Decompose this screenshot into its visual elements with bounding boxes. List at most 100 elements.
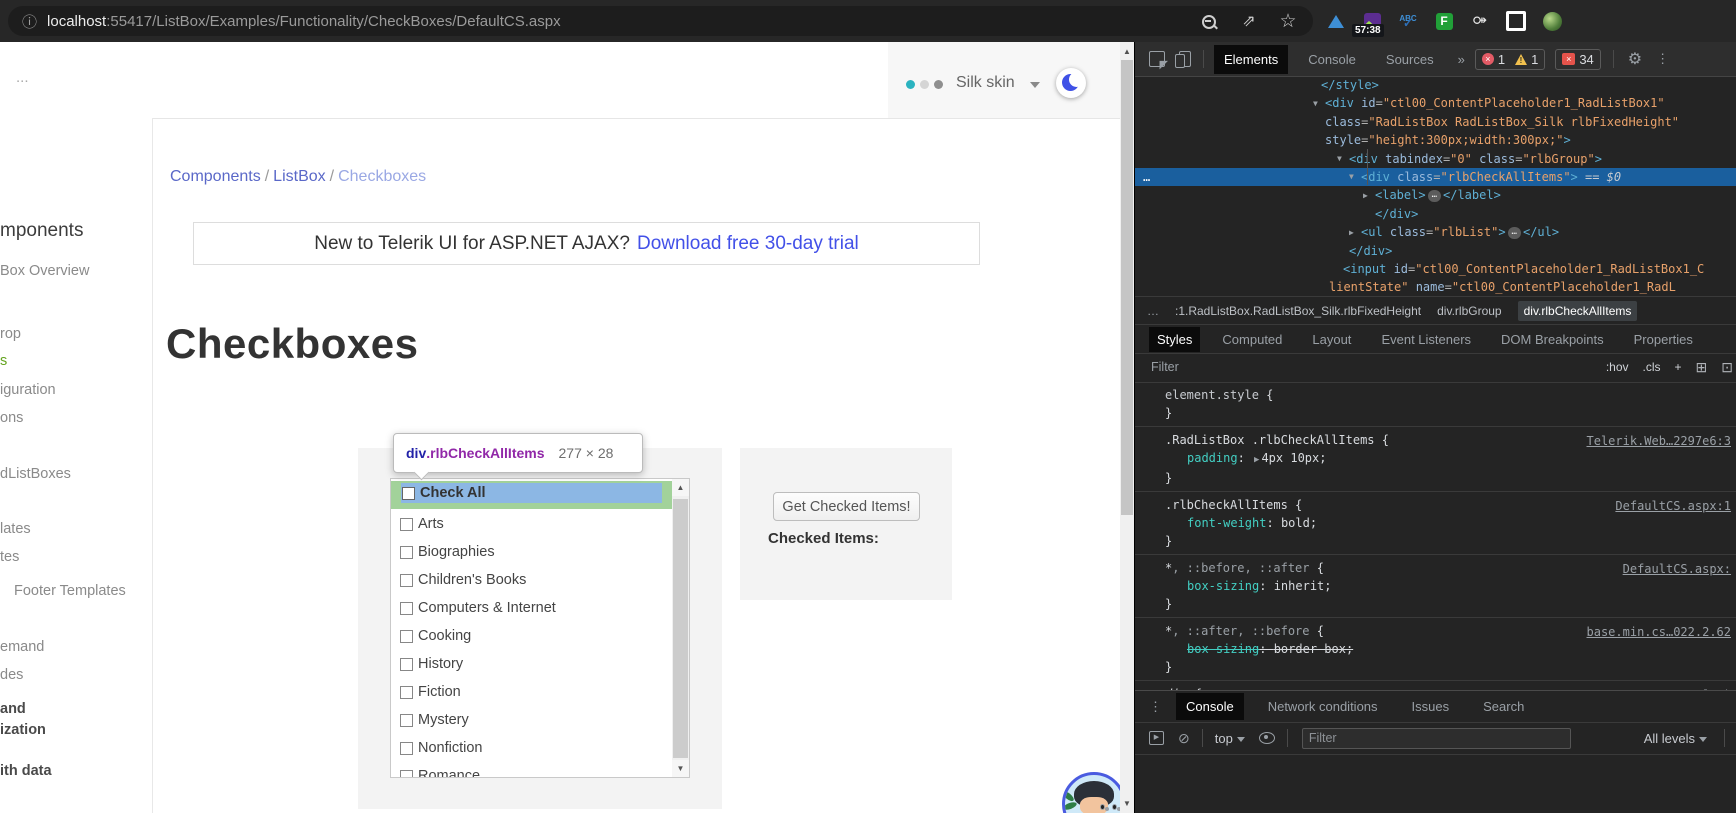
dark-mode-toggle[interactable] <box>1056 68 1086 98</box>
issues-badge[interactable]: × 34 <box>1555 48 1601 70</box>
sidebar-item[interactable]: des <box>0 667 23 683</box>
listbox-item[interactable]: Computers & Internet <box>391 594 672 622</box>
item-checkbox[interactable] <box>400 657 413 671</box>
css-property[interactable]: font-weight: bold; <box>1165 514 1729 532</box>
sidebar-item[interactable]: ization <box>0 722 46 738</box>
page-scrollbar[interactable]: ▲ ▼ <box>1120 42 1134 813</box>
stylesheet-link[interactable]: DefaultCS.aspx:1 <box>1615 497 1731 515</box>
styles-tab-styles[interactable]: Styles <box>1149 326 1201 352</box>
sidebar-item[interactable]: and <box>0 701 26 717</box>
listbox-item[interactable]: Romance <box>391 762 672 777</box>
console-filter-input[interactable] <box>1301 727 1571 749</box>
stylesheet-link[interactable]: DefaultCS.aspx: <box>1623 560 1731 578</box>
listbox-item[interactable]: Mystery <box>391 706 672 734</box>
listbox-item[interactable]: Cooking <box>391 622 672 650</box>
dom-tree-node[interactable]: ▼ <div id="ctl00_ContentPlaceholder1_RadL… <box>1135 94 1736 112</box>
drawer-tab-console[interactable]: Console <box>1176 693 1244 720</box>
extension-grammar-icon[interactable]: ABC ✓ <box>1397 10 1419 32</box>
rule-selector[interactable]: element.style { <box>1165 386 1729 404</box>
listbox-item[interactable]: Nonfiction <box>391 734 672 762</box>
item-checkbox[interactable] <box>400 629 413 643</box>
listbox-item[interactable]: History <box>391 650 672 678</box>
expand-arrow-icon[interactable]: ▶ <box>1349 224 1354 242</box>
sidebar-item[interactable]: dListBoxes <box>0 466 71 482</box>
listbox-scrollbar[interactable]: ▲ ▼ <box>672 479 689 777</box>
elements-breadcrumb[interactable]: div.rlbCheckAllItems <box>1517 301 1638 321</box>
javascript-context-select[interactable]: top <box>1215 731 1245 746</box>
css-property[interactable]: box-sizing: border-box; <box>1165 640 1729 658</box>
site-info-icon[interactable]: ⓘ <box>22 11 37 32</box>
drawer-tab-issues[interactable]: Issues <box>1402 693 1460 720</box>
item-checkbox[interactable] <box>400 573 413 587</box>
skin-dot-light[interactable] <box>920 80 929 89</box>
drawer-tab-network-conditions[interactable]: Network conditions <box>1258 693 1388 720</box>
computed-grid-icon[interactable]: ⊞ <box>1696 359 1708 376</box>
chevron-down-icon[interactable] <box>1030 82 1040 88</box>
item-checkbox[interactable] <box>400 545 413 559</box>
sidebar-item[interactable]: Footer Templates <box>14 583 126 599</box>
listbox-item[interactable]: Fiction <box>391 678 672 706</box>
devtools-tab-elements[interactable]: Elements <box>1214 44 1289 74</box>
bookmark-star-icon[interactable]: ☆ <box>1277 10 1299 32</box>
devtools-menu-kebab-icon[interactable]: ⋮ <box>1656 51 1669 67</box>
listbox-item[interactable]: Arts <box>391 510 672 538</box>
expand-arrow-icon[interactable]: ▼ <box>1313 95 1318 113</box>
item-checkbox[interactable] <box>400 601 413 615</box>
styles-filter-input[interactable] <box>1149 359 1413 375</box>
expand-arrow-icon[interactable]: ▼ <box>1349 168 1354 186</box>
devtools-tab-console[interactable]: Console <box>1298 45 1366 74</box>
clear-console-icon[interactable]: ⊘ <box>1178 730 1190 747</box>
get-checked-items-button[interactable]: Get Checked Items! <box>773 492 920 521</box>
breadcrumb-link[interactable]: Components <box>170 168 261 185</box>
item-checkbox[interactable] <box>400 713 413 727</box>
split-screen-icon[interactable] <box>1505 10 1527 32</box>
sidebar-item[interactable]: ons <box>0 410 23 426</box>
css-property[interactable]: padding: ▶ 4px 10px; <box>1165 449 1729 469</box>
sidebar-item[interactable]: s <box>0 353 7 369</box>
skin-dot-dark[interactable] <box>934 80 943 89</box>
zoom-icon[interactable] <box>1197 10 1219 32</box>
more-tabs-icon[interactable]: » <box>1458 52 1465 67</box>
dom-tree-node[interactable]: ▶ <label>… </label> <box>1135 186 1736 204</box>
styles-tab-layout[interactable]: Layout <box>1304 327 1359 352</box>
check-all-row[interactable]: Check All <box>401 483 662 503</box>
styles-tab-event-listeners[interactable]: Event Listeners <box>1373 327 1479 352</box>
page-scroll-down-icon[interactable]: ▼ <box>1120 796 1134 811</box>
breadcrumb-link[interactable]: Checkboxes <box>338 168 426 185</box>
console-sidebar-icon[interactable]: ▶ <box>1149 731 1164 745</box>
hover-state-toggle[interactable]: :hov <box>1606 360 1629 374</box>
layout-grid-icon[interactable]: ⊡ <box>1721 359 1733 376</box>
sidebar-item[interactable]: rop <box>0 326 21 342</box>
scroll-up-icon[interactable]: ▲ <box>672 479 689 496</box>
drawer-tab-search[interactable]: Search <box>1473 693 1534 720</box>
console-errors-badge[interactable]: × 1 ! 1 <box>1474 48 1546 70</box>
share-icon[interactable]: ⇗ <box>1238 10 1260 32</box>
address-bar[interactable]: ⓘ localhost:55417/ListBox/Examples/Funct… <box>8 6 1313 36</box>
dom-tree-node[interactable]: <input id="ctl00_ContentPlaceholder1_Rad… <box>1135 260 1736 278</box>
dom-tree-node[interactable]: style="height:300px;width:300px;"> <box>1135 131 1736 149</box>
dom-tree-node[interactable]: … ▼ <div class="rlbCheckAllItems"> == $0 <box>1135 167 1736 187</box>
dom-tree-node[interactable]: </div> <box>1135 242 1736 260</box>
expand-arrow-icon[interactable]: ▼ <box>1337 150 1342 168</box>
item-checkbox[interactable] <box>400 517 413 531</box>
breadcrumb-link[interactable]: ListBox <box>273 168 325 185</box>
trial-download-link[interactable]: Download free 30-day trial <box>637 233 859 255</box>
listbox-item[interactable]: Children's Books <box>391 566 672 594</box>
elements-breadcrumb[interactable]: :1.RadListBox.RadListBox_Silk.rlbFixedHe… <box>1175 304 1421 318</box>
elements-breadcrumb[interactable]: div.rlbGroup <box>1437 304 1501 318</box>
class-toggle[interactable]: .cls <box>1643 360 1661 374</box>
extension-f-icon[interactable]: F <box>1433 10 1455 32</box>
styles-tab-dom-breakpoints[interactable]: DOM Breakpoints <box>1493 327 1612 352</box>
sidebar-item[interactable]: lates <box>0 521 31 537</box>
page-scroll-thumb[interactable] <box>1121 60 1133 515</box>
dom-tree-node[interactable]: ▶ <ul class="rlbList">… </ul> <box>1135 223 1736 241</box>
dom-tree-node[interactable]: class="RadListBox RadListBox_Silk rlbFix… <box>1135 113 1736 131</box>
stylesheet-link[interactable]: base.min.cs…022.2.62 <box>1587 623 1732 641</box>
drawer-menu-kebab-icon[interactable]: ⋮ <box>1149 699 1162 715</box>
skin-select-label[interactable]: Silk skin <box>956 74 1015 92</box>
sidebar-item[interactable]: tes <box>0 549 19 565</box>
search-input[interactable] <box>14 68 818 87</box>
expand-arrow-icon[interactable]: ▶ <box>1363 187 1368 205</box>
check-all-checkbox[interactable] <box>402 486 415 500</box>
scroll-down-icon[interactable]: ▼ <box>672 760 689 777</box>
